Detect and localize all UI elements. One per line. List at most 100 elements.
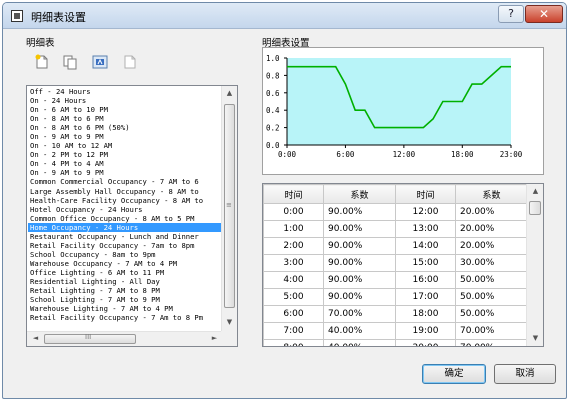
table-row[interactable]: 0:00 90.00% 12:00 20.00% [263,203,528,221]
list-item[interactable]: On - 2 PM to 12 PM [28,150,222,159]
list-item[interactable]: On - 24 Hours [28,96,222,105]
scroll-grip-icon: ≡ [226,201,232,209]
cell-time: 7:00 [263,322,324,340]
window-title: 明细表设置 [31,11,86,24]
table-row[interactable]: 6:00 70.00% 18:00 50.00% [263,305,528,323]
list-vertical-scrollbar[interactable]: ▲ ≡ ▼ [221,86,237,332]
list-item[interactable]: On - 10 AM to 12 AM [28,141,222,150]
cell-factor[interactable]: 90.00% [323,237,396,255]
chart-x-tick-label: 6:00 [336,150,355,159]
cell-time: 17:00 [395,288,456,306]
list-item[interactable]: Common Office Occupancy - 8 AM to 5 PM [28,214,222,223]
list-horizontal-scroll-thumb[interactable]: III [44,333,136,344]
scroll-left-arrow-icon[interactable]: ◄ [28,332,43,345]
list-item[interactable]: Warehouse Lighting - 7 AM to 4 PM [28,304,222,313]
cell-factor[interactable]: 50.00% [455,305,528,323]
cell-factor[interactable]: 20.00% [455,220,528,238]
close-button[interactable]: ✕ [525,5,563,23]
list-item[interactable]: On - 9 AM to 9 PM [28,168,222,177]
cell-factor[interactable]: 20.00% [455,203,528,221]
list-item[interactable]: Retail Lighting - 7 AM to 8 PM [28,286,222,295]
cell-factor[interactable]: 70.00% [323,305,396,323]
list-item[interactable]: On - 8 AM to 6 PM (50%) [28,123,222,132]
list-item[interactable]: Residential Lighting - All Day [28,277,222,286]
scroll-grip-icon: III [85,333,92,341]
schedule-listbox[interactable]: Off - 24 Hours On - 24 Hours On - 6 AM to … [26,85,238,347]
list-item[interactable]: On - 9 AM to 9 PM [28,132,222,141]
cell-factor[interactable]: 30.00% [455,254,528,272]
cell-factor[interactable]: 50.00% [455,288,528,306]
table-row[interactable]: 2:00 90.00% 14:00 20.00% [263,237,528,255]
scroll-down-arrow-icon[interactable]: ▼ [222,316,237,329]
scroll-down-arrow-icon[interactable]: ▼ [528,332,543,345]
table-row[interactable]: 8:0040.00%20:0070.00% [263,339,528,346]
title-bar[interactable]: 明细表设置 ? ✕ [3,3,566,29]
scroll-up-arrow-icon[interactable]: ▲ [222,87,237,100]
cell-time: 20:00 [395,339,456,346]
cell-factor[interactable]: 90.00% [323,271,396,289]
schedule-grid: 时间 系数 时间 系数 0:00 90.00% 12:00 20.00% 1:00 90.… [263,184,528,346]
schedule-list-items: Off - 24 Hours On - 24 Hours On - 6 AM to … [28,87,222,331]
list-horizontal-scrollbar[interactable]: ◄ III ► [27,331,223,346]
list-item[interactable]: School Lighting - 7 AM to 9 PM [28,295,222,304]
help-button[interactable]: ? [498,5,524,23]
cell-time: 16:00 [395,271,456,289]
cell-factor[interactable]: 70.00% [455,339,528,346]
list-item[interactable]: School Occupancy - 8am to 9pm [28,250,222,259]
delete-schedule-icon[interactable] [122,54,138,70]
new-schedule-icon[interactable] [34,54,50,70]
list-vertical-scroll-thumb[interactable]: ≡ [224,104,235,308]
table-row[interactable]: 7:00 40.00% 19:00 70.00% [263,322,528,340]
list-item[interactable]: Restaurant Occupancy - Lunch and Dinner [28,232,222,241]
cell-time: 4:00 [263,271,324,289]
cell-time: 13:00 [395,220,456,238]
chart-x-tick-label: 12:00 [393,150,416,159]
list-item[interactable]: Office Lighting - 6 AM to 11 PM [28,268,222,277]
cell-factor[interactable]: 90.00% [323,220,396,238]
cell-factor[interactable]: 40.00% [323,339,396,346]
list-item[interactable]: Common Commercial Occupancy - 7 AM to 6 [28,177,222,186]
table-body: 0:00 90.00% 12:00 20.00% 1:00 90.00% 13:00 20.0… [263,203,528,346]
table-vertical-scroll-thumb[interactable] [529,201,541,215]
list-item[interactable]: Health-Care Facility Occupancy - 8 AM to [28,196,222,205]
column-header-time: 时间 [395,184,456,204]
cell-time: 18:00 [395,305,456,323]
table-header-row: 时间 系数 时间 系数 [263,184,528,204]
column-header-factor: 系数 [323,184,396,204]
chart-x-tick-label: 18:00 [451,150,474,159]
list-item[interactable]: Home Occupancy - 24 Hours [28,222,222,232]
cell-factor[interactable]: 20.00% [455,237,528,255]
cell-factor[interactable]: 90.00% [323,288,396,306]
list-item[interactable]: On - 8 AM to 6 PM [28,114,222,123]
cell-factor[interactable]: 50.00% [455,271,528,289]
column-header-factor: 系数 [455,184,528,204]
table-vertical-scrollbar[interactable]: ▲ ▼ [526,184,543,346]
list-item[interactable]: Retail Facility Occupancy - 7 Am to 8 Pm [28,313,222,322]
rename-schedule-icon[interactable] [92,54,108,70]
list-item[interactable]: On - 6 AM to 10 PM [28,105,222,114]
table-row[interactable]: 5:00 90.00% 17:00 50.00% [263,288,528,306]
cell-factor[interactable]: 90.00% [323,203,396,221]
table-row[interactable]: 4:00 90.00% 16:00 50.00% [263,271,528,289]
cell-time: 8:00 [263,339,324,346]
list-item[interactable]: Retail Facility Occupancy - 7am to 8pm [28,241,222,250]
list-item[interactable]: Large Assembly Hall Occupancy - 8 AM to [28,187,222,196]
cell-factor[interactable]: 70.00% [455,322,528,340]
ok-button[interactable]: 确定 [422,364,486,384]
list-item[interactable]: Hotel Occupancy - 24 Hours [28,205,222,214]
list-item[interactable]: On - 4 PM to 4 AM [28,159,222,168]
cell-time: 12:00 [395,203,456,221]
cancel-button[interactable]: 取消 [494,364,556,384]
table-row[interactable]: 1:00 90.00% 13:00 20.00% [263,220,528,238]
cell-time: 5:00 [263,288,324,306]
list-item[interactable]: Warehouse Occupancy - 7 AM to 4 PM [28,259,222,268]
list-item[interactable]: Off - 24 Hours [28,87,222,96]
cell-factor[interactable]: 40.00% [323,322,396,340]
scroll-up-arrow-icon[interactable]: ▲ [528,185,543,198]
chart-y-tick-label: 0.4 [266,106,280,115]
scroll-right-arrow-icon[interactable]: ► [207,332,222,345]
schedule-table[interactable]: 时间 系数 时间 系数 0:00 90.00% 12:00 20.00% 1:00 90.… [262,183,544,347]
table-row[interactable]: 3:00 90.00% 15:00 30.00% [263,254,528,272]
copy-schedule-icon[interactable] [62,54,78,70]
cell-factor[interactable]: 90.00% [323,254,396,272]
